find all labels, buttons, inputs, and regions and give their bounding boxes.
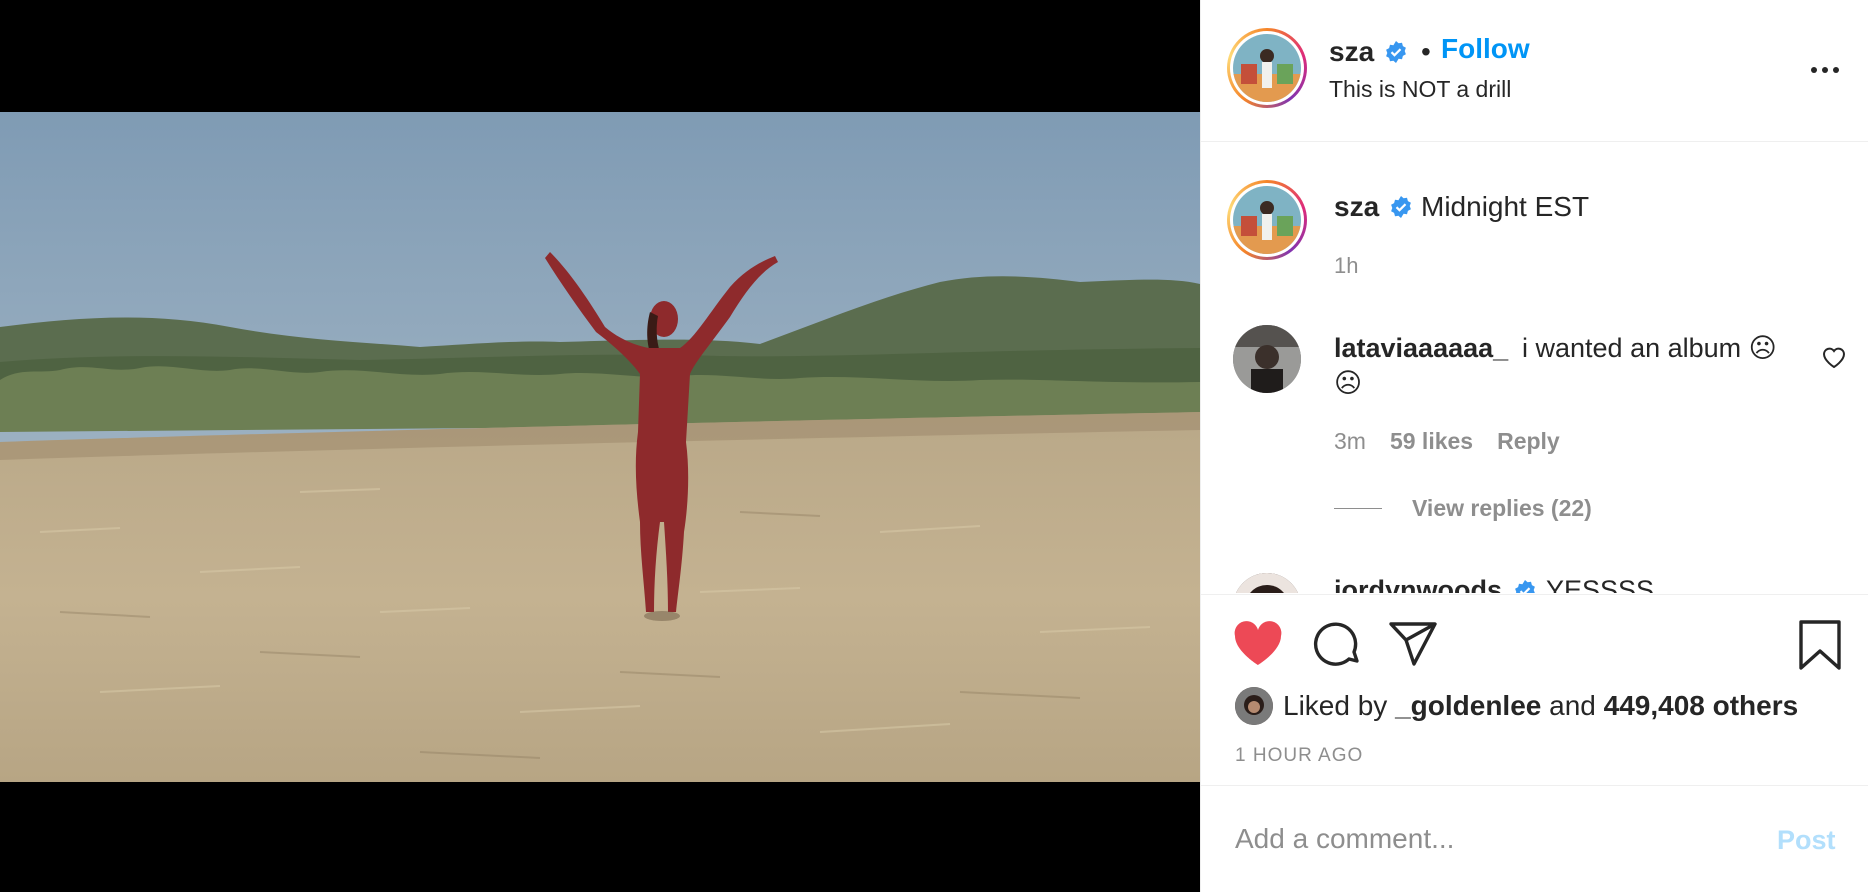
follow-button[interactable]: Follow: [1441, 33, 1530, 65]
liked-by-user[interactable]: _goldenlee: [1395, 690, 1541, 722]
post-sidebar: sza • Follow This is NOT a drill sza Mid…: [1200, 0, 1868, 892]
comment-bubble-icon[interactable]: [1313, 621, 1363, 674]
comment-text-continued: ☹: [1334, 368, 1363, 398]
like-heart-icon[interactable]: [1233, 621, 1283, 672]
liked-by-and: and: [1549, 690, 1596, 721]
add-comment-input[interactable]: [1235, 813, 1735, 865]
caption-username[interactable]: sza: [1334, 191, 1379, 223]
caption-time[interactable]: 1h: [1334, 253, 1358, 279]
avatar-image: [1233, 186, 1301, 254]
add-comment-bar: Post: [1201, 787, 1868, 892]
verified-badge-icon: [1513, 579, 1537, 593]
post-timestamp[interactable]: 1 HOUR AGO: [1235, 745, 1363, 767]
video-frame[interactable]: [0, 112, 1200, 782]
view-replies-button[interactable]: View replies (22): [1334, 495, 1592, 522]
post-header: sza • Follow This is NOT a drill: [1201, 0, 1868, 142]
header-separator: •: [1421, 36, 1431, 67]
reply-button[interactable]: Reply: [1497, 428, 1560, 455]
author-avatar[interactable]: [1227, 28, 1307, 108]
liked-by-others[interactable]: 449,408 others: [1604, 690, 1799, 722]
share-send-icon[interactable]: [1389, 621, 1439, 674]
author-username[interactable]: sza: [1329, 36, 1374, 68]
avatar-image: [1233, 325, 1301, 393]
comment-meta: 3m 59 likes Reply: [1334, 428, 1560, 455]
commenter-avatar[interactable]: [1233, 325, 1301, 393]
avatar-image: [1233, 573, 1301, 593]
caption-avatar[interactable]: [1227, 180, 1307, 260]
view-replies-label: View replies (22): [1412, 495, 1592, 521]
liked-by-prefix: Liked by: [1283, 690, 1388, 721]
commenter-avatar[interactable]: [1233, 573, 1301, 593]
comment-like-heart-icon[interactable]: [1821, 345, 1847, 374]
post-actions: Liked by _goldenlee and 449,408 others 1…: [1201, 594, 1868, 786]
post-location[interactable]: This is NOT a drill: [1329, 76, 1511, 103]
comment-time[interactable]: 3m: [1334, 428, 1366, 455]
video-still: [0, 112, 1200, 782]
comment-username[interactable]: jordynwoods: [1334, 575, 1502, 593]
save-bookmark-icon[interactable]: [1797, 619, 1843, 676]
avatar-image: [1233, 34, 1301, 102]
comment-text: i wanted an album ☹: [1522, 333, 1777, 363]
post-comment-button[interactable]: Post: [1777, 825, 1836, 856]
comment-likes[interactable]: 59 likes: [1390, 428, 1473, 455]
liked-by-summary: Liked by _goldenlee and 449,408 others: [1235, 687, 1798, 725]
verified-badge-icon: [1389, 195, 1413, 224]
replies-divider: [1334, 508, 1382, 509]
verified-badge-icon: [1384, 40, 1408, 69]
comment-username[interactable]: lataviaaaaaa_: [1334, 333, 1508, 364]
comment-text: YESSSS: [1546, 575, 1655, 593]
post-media[interactable]: [0, 0, 1200, 892]
more-options-icon[interactable]: [1805, 56, 1845, 84]
comments-list[interactable]: sza Midnight EST 1h lataviaaaaaa_ i want…: [1201, 143, 1868, 593]
liker-avatar[interactable]: [1235, 687, 1273, 725]
caption-text: Midnight EST: [1421, 191, 1590, 222]
